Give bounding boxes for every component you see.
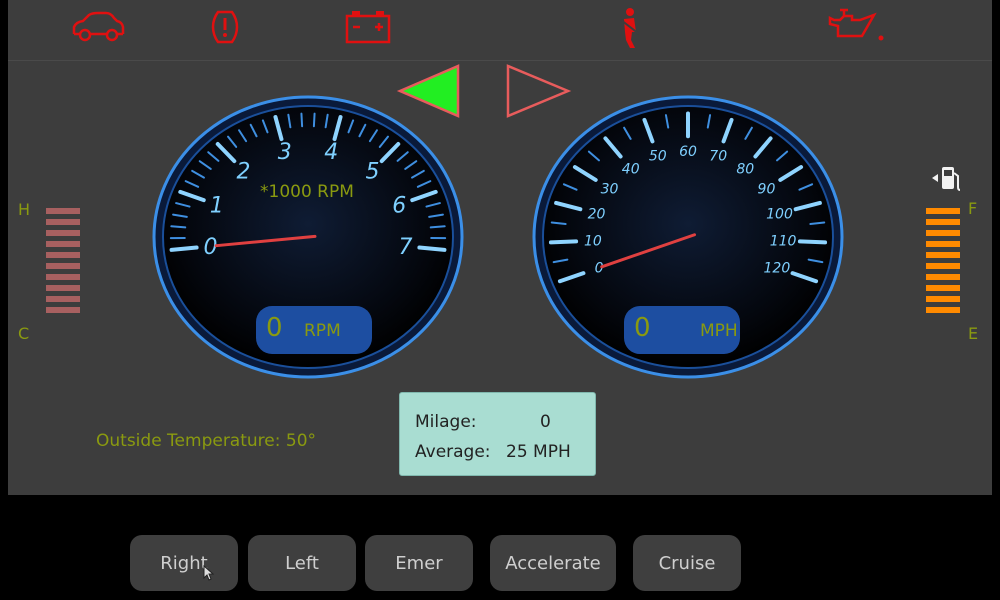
fuel-meter-segment — [926, 307, 960, 313]
battery-icon — [344, 6, 392, 50]
tachometer-tick-label: 5 — [365, 159, 379, 184]
tachometer-tick-label: 7 — [398, 235, 412, 260]
speedometer-tick-label: 60 — [679, 144, 697, 160]
average-label: Average: — [415, 442, 491, 462]
tachometer-minor-tick — [300, 112, 304, 128]
tachometer-minor-tick — [312, 112, 316, 128]
speedometer-tick-label: 80 — [736, 161, 754, 177]
car-icon — [70, 6, 126, 50]
fuel-meter-segment — [926, 263, 960, 269]
temp-high-label: H — [18, 200, 31, 219]
mph-value: 0 — [634, 313, 651, 343]
mileage-label: Milage: — [415, 412, 477, 432]
accelerate-button[interactable]: Accelerate — [490, 535, 616, 591]
fuel-meter-segment — [926, 241, 960, 247]
temperature-meter — [46, 208, 80, 318]
temperature-meter-segment — [46, 252, 80, 258]
temp-low-label: C — [18, 324, 30, 343]
fuel-meter-segment — [926, 208, 960, 214]
fuel-meter-segment — [926, 274, 960, 280]
fuel-empty-label: E — [968, 324, 979, 343]
speedometer-tick-label: 10 — [584, 234, 602, 250]
tachometer-tick-label: 2 — [237, 159, 251, 184]
temperature-meter-segment — [46, 241, 80, 247]
tire-pressure-icon — [210, 6, 240, 52]
average-value: 25 MPH — [506, 442, 571, 462]
oil-can-icon — [826, 6, 886, 50]
speedometer-tick-label: 40 — [622, 161, 640, 177]
fuel-pump-icon — [930, 163, 964, 197]
speedometer: 0 10 20 30 40 50 60 70 80 90 100 110 120 0 MPH — [528, 92, 848, 382]
rpm-value: 0 — [266, 313, 283, 343]
fuel-full-label: F — [968, 199, 978, 218]
temperature-meter-segment — [46, 208, 80, 214]
temperature-meter-segment — [46, 285, 80, 291]
speedometer-major-tick — [797, 239, 828, 245]
tachometer-tick-label: 0 — [204, 235, 218, 260]
speedometer-tick-label: 110 — [770, 234, 797, 250]
speedometer-tick-label: 50 — [649, 149, 667, 165]
rpm-unit: RPM — [304, 321, 341, 341]
temperature-meter-segment — [46, 219, 80, 225]
seatbelt-icon — [614, 6, 644, 54]
tachometer-tick-label: 3 — [278, 140, 292, 165]
tachometer-tick-label: 4 — [324, 140, 338, 165]
cruise-button[interactable]: Cruise — [633, 535, 741, 591]
temperature-meter-segment — [46, 296, 80, 302]
top-divider — [8, 60, 992, 61]
mph-readout: 0 MPH — [624, 306, 740, 354]
temperature-meter-segment — [46, 263, 80, 269]
tachometer-minor-tick — [170, 225, 187, 229]
emergency-button[interactable]: Emer — [365, 535, 473, 591]
fuel-meter-segment — [926, 252, 960, 258]
speedometer-tick-label: 20 — [588, 206, 606, 222]
speedometer-tick-label: 70 — [709, 149, 727, 165]
mph-unit: MPH — [700, 321, 738, 341]
speedometer-tick-label: 90 — [758, 181, 776, 197]
temperature-meter-segment — [46, 307, 80, 313]
mileage-value: 0 — [540, 412, 551, 432]
speedometer-tick-label: 30 — [601, 181, 619, 197]
fuel-meter — [926, 208, 960, 318]
temperature-meter-segment — [46, 274, 80, 280]
fuel-meter-segment — [926, 296, 960, 302]
left-signal-button[interactable]: Left — [248, 535, 356, 591]
rpm-readout: 0 RPM — [256, 306, 372, 354]
fuel-meter-segment — [926, 230, 960, 236]
tachometer-tick-label: 6 — [392, 193, 406, 218]
right-signal-button[interactable]: Right — [130, 535, 238, 591]
dashboard-panel: 01234567 *1000 RPM 0 RPM 0 10 20 30 40 50 60 70… — [8, 0, 992, 495]
tachometer-major-tick — [417, 245, 447, 252]
mouse-cursor-icon — [203, 564, 215, 585]
fuel-meter-segment — [926, 219, 960, 225]
speedometer-major-tick — [548, 239, 579, 245]
tachometer-minor-tick — [429, 225, 446, 229]
trip-info-box: Milage: 0 Average: 25 MPH — [399, 392, 596, 476]
tachometer-scale-label: *1000 RPM — [260, 182, 354, 202]
tachometer-major-tick — [169, 245, 199, 252]
speedometer-tick-label: 0 — [595, 261, 604, 277]
tachometer: 01234567 *1000 RPM 0 RPM — [148, 92, 468, 382]
speedometer-tick-label: 120 — [764, 261, 791, 277]
outside-temperature: Outside Temperature: 50° — [96, 431, 317, 451]
temperature-meter-segment — [46, 230, 80, 236]
speedometer-tick-label: 100 — [766, 206, 793, 222]
tachometer-tick-label: 1 — [210, 193, 224, 218]
fuel-meter-segment — [926, 285, 960, 291]
